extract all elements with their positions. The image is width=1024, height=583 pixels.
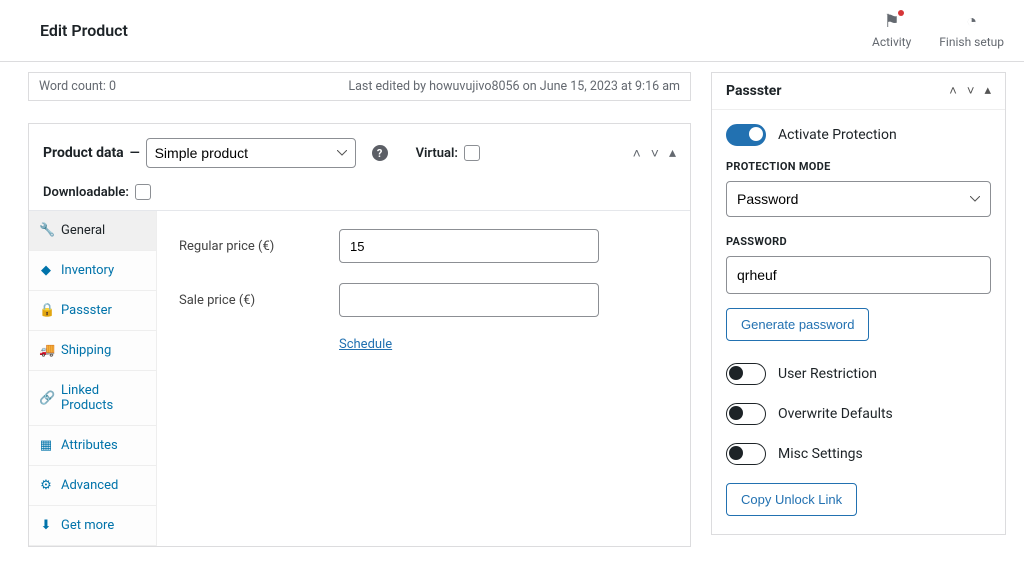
download-icon: ⬇ — [39, 518, 53, 533]
link-icon: 🔗 — [39, 391, 53, 406]
sale-price-row: Sale price (€) — [179, 283, 668, 317]
misc-settings-label: Misc Settings — [778, 446, 863, 462]
user-restriction-toggle[interactable] — [726, 363, 766, 385]
tab-inventory[interactable]: ◆ Inventory — [29, 251, 156, 291]
finish-setup-button[interactable]: ◔ Finish setup — [939, 12, 1004, 49]
product-data-body: 🔧 General ◆ Inventory 🔒 Passster 🚚 Shipp… — [29, 211, 690, 546]
activate-protection-label: Activate Protection — [778, 127, 897, 143]
activity-button[interactable]: ⚑ Activity — [872, 12, 911, 49]
protection-mode-select[interactable]: Password — [726, 181, 991, 217]
passster-head: Passster ˄ ˅ ▴ — [712, 73, 1005, 110]
passster-box: Passster ˄ ˅ ▴ Activate Protection PROTE… — [711, 72, 1006, 535]
tab-attributes[interactable]: ▦ Attributes — [29, 426, 156, 466]
regular-price-row: Regular price (€) — [179, 229, 668, 263]
panel-down-icon[interactable]: ˅ — [651, 145, 659, 162]
passster-title: Passster — [726, 83, 781, 99]
panel-down-icon[interactable]: ˅ — [967, 83, 975, 99]
overwrite-defaults-row: Overwrite Defaults — [726, 403, 991, 425]
protection-mode-label: PROTECTION MODE — [726, 160, 991, 173]
copy-unlock-link-button[interactable]: Copy Unlock Link — [726, 483, 857, 516]
tab-passster[interactable]: 🔒 Passster — [29, 291, 156, 331]
panel-collapse-icon[interactable]: ▴ — [984, 83, 991, 99]
misc-settings-row: Misc Settings — [726, 443, 991, 465]
tab-advanced[interactable]: ⚙ Advanced — [29, 466, 156, 506]
content-wrap: Word count: 0 Last edited by howuvujivo8… — [0, 62, 1024, 577]
panel-up-icon[interactable]: ˄ — [633, 145, 641, 162]
password-label: PASSWORD — [726, 235, 991, 248]
activity-label: Activity — [872, 35, 911, 49]
user-restriction-row: User Restriction — [726, 363, 991, 385]
sale-price-label: Sale price (€) — [179, 293, 339, 308]
virtual-checkbox[interactable] — [464, 145, 480, 161]
tab-shipping[interactable]: 🚚 Shipping — [29, 331, 156, 371]
virtual-label: Virtual: — [416, 146, 458, 161]
truck-icon: 🚚 — [39, 343, 53, 358]
generate-password-button[interactable]: Generate password — [726, 308, 869, 341]
product-data-title: Product data — [43, 145, 124, 161]
user-restriction-label: User Restriction — [778, 366, 877, 382]
passster-body: Activate Protection PROTECTION MODE Pass… — [712, 110, 1005, 534]
attributes-icon: ▦ — [39, 438, 53, 453]
top-bar: Edit Product ⚑ Activity ◔ Finish setup — [0, 0, 1024, 62]
gear-icon: ⚙ — [39, 478, 53, 493]
product-data-tabs: 🔧 General ◆ Inventory 🔒 Passster 🚚 Shipp… — [29, 211, 157, 546]
overwrite-defaults-toggle[interactable] — [726, 403, 766, 425]
tab-get-more[interactable]: ⬇ Get more — [29, 506, 156, 546]
misc-settings-toggle[interactable] — [726, 443, 766, 465]
regular-price-label: Regular price (€) — [179, 239, 339, 254]
page-title: Edit Product — [40, 21, 128, 40]
sale-price-input[interactable] — [339, 283, 599, 317]
word-count: Word count: 0 — [39, 79, 116, 94]
passster-toggles: User Restriction Overwrite Defaults Misc… — [726, 363, 991, 465]
product-type-select[interactable]: Simple product — [146, 138, 356, 168]
downloadable-checkbox[interactable] — [135, 184, 151, 200]
panel-collapse-icon[interactable]: ▴ — [669, 145, 676, 162]
product-data-box: Product data — Simple product ? Virtual:… — [28, 123, 691, 547]
panel-order-toggles: ˄ ˅ ▴ — [633, 145, 676, 162]
tab-general[interactable]: 🔧 General — [28, 211, 156, 251]
progress-icon: ◔ — [966, 12, 977, 32]
flag-icon: ⚑ — [884, 12, 900, 32]
top-actions: ⚑ Activity ◔ Finish setup — [872, 12, 1004, 49]
lock-icon: 🔒 — [39, 303, 53, 318]
finish-setup-label: Finish setup — [939, 35, 1004, 49]
inventory-icon: ◆ — [39, 263, 53, 278]
product-data-header: Product data — Simple product ? Virtual:… — [29, 124, 690, 211]
schedule-link[interactable]: Schedule — [339, 337, 668, 352]
help-icon[interactable]: ? — [372, 145, 388, 161]
panel-up-icon[interactable]: ˄ — [949, 83, 957, 99]
wrench-icon: 🔧 — [39, 223, 53, 238]
activate-protection-toggle[interactable] — [726, 124, 766, 146]
downloadable-label: Downloadable: — [43, 185, 129, 200]
right-column: Passster ˄ ˅ ▴ Activate Protection PROTE… — [711, 72, 1006, 567]
overwrite-defaults-label: Overwrite Defaults — [778, 406, 893, 422]
editor-meta: Word count: 0 Last edited by howuvujivo8… — [28, 72, 691, 101]
passster-panel-toggles: ˄ ˅ ▴ — [949, 83, 991, 99]
general-panel: Regular price (€) Sale price (€) Schedul… — [157, 211, 690, 546]
tab-linked-products[interactable]: 🔗 Linked Products — [29, 371, 156, 426]
product-data-dash: — — [130, 146, 140, 161]
password-input[interactable] — [726, 256, 991, 294]
left-column: Word count: 0 Last edited by howuvujivo8… — [28, 72, 691, 567]
last-edited: Last edited by howuvujivo8056 on June 15… — [348, 79, 680, 94]
regular-price-input[interactable] — [339, 229, 599, 263]
activate-protection-row: Activate Protection — [726, 124, 991, 146]
